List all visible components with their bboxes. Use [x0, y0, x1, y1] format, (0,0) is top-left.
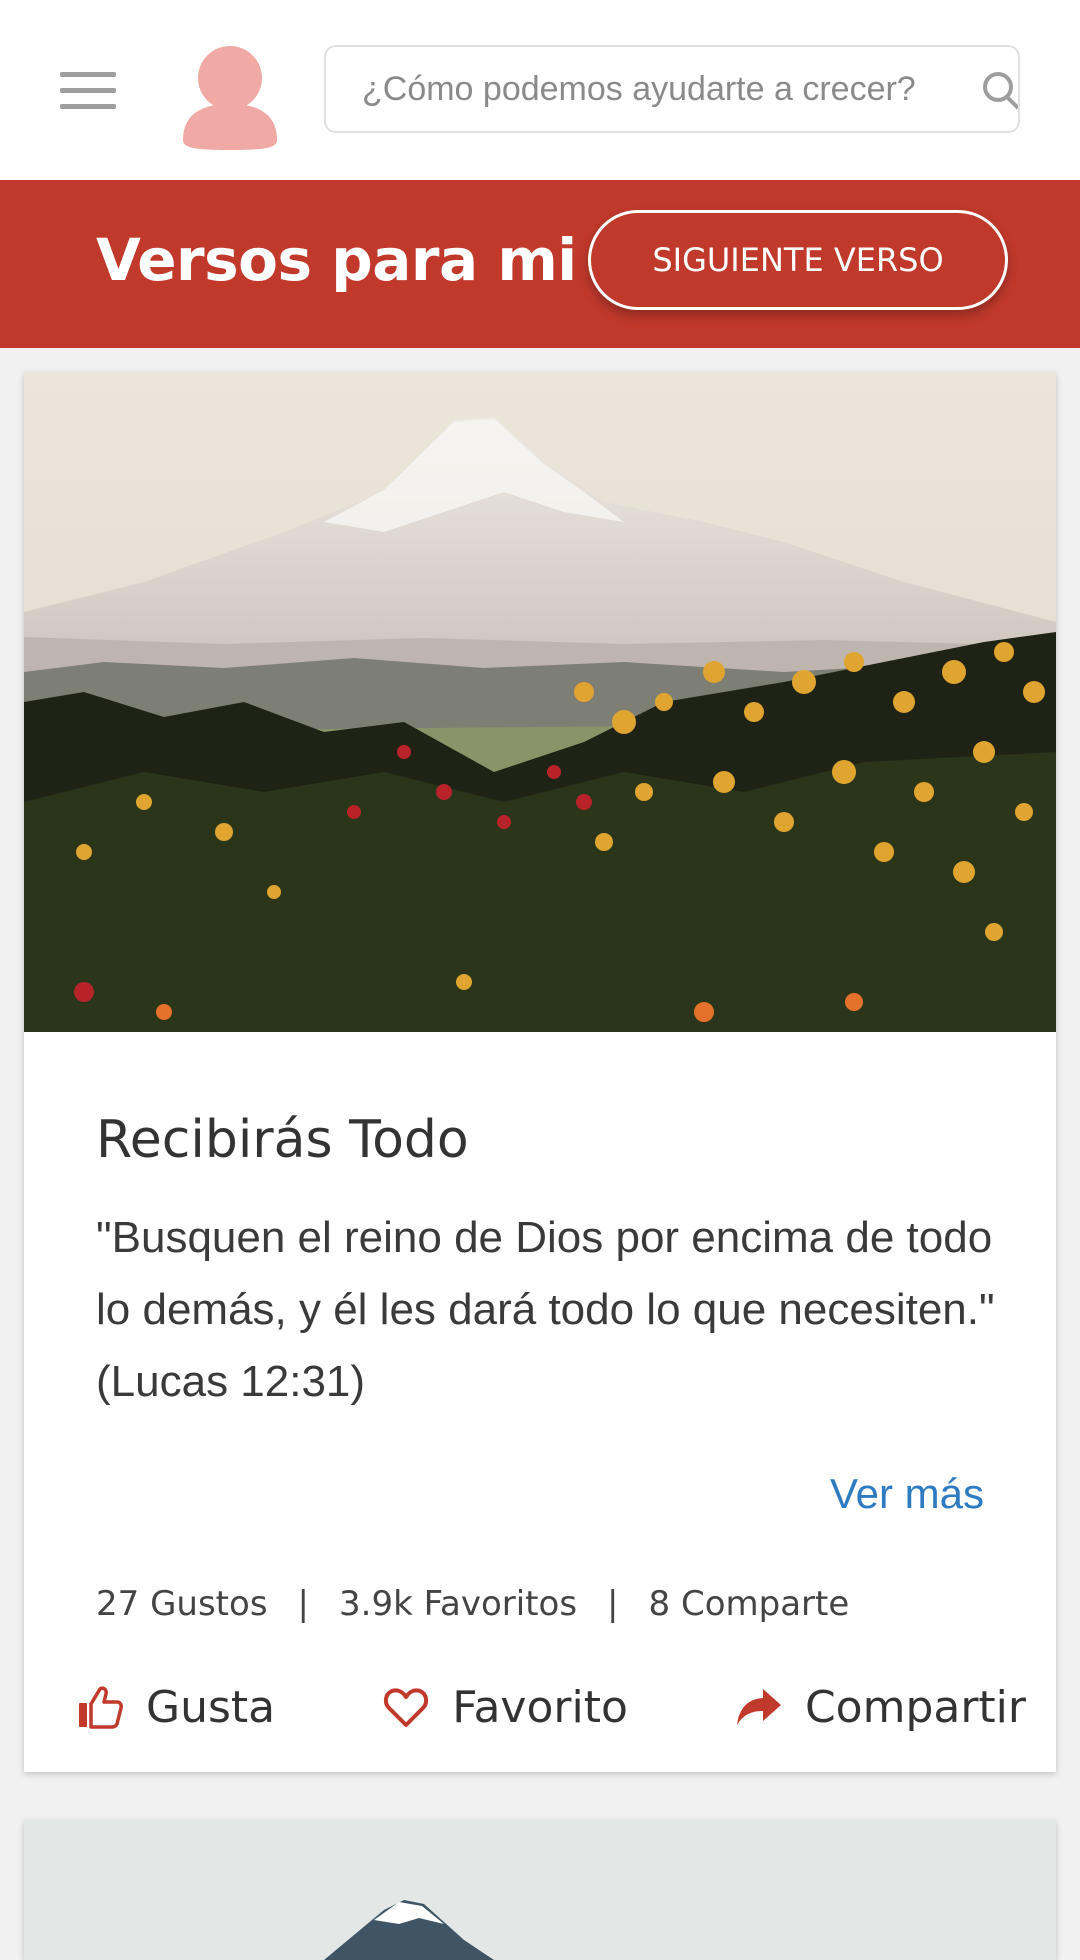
like-label: Gusta	[146, 1681, 276, 1733]
next-verse-card[interactable]	[24, 1820, 1056, 1960]
user-avatar-icon[interactable]	[175, 40, 285, 150]
verses-banner: Versos para mi SIGUIENTE VERSO	[0, 180, 1080, 348]
thumbs-up-icon	[79, 1686, 123, 1729]
search-icon[interactable]	[976, 67, 1020, 115]
verse-card: Recibirás Todo "Busquen el reino de Dios…	[24, 372, 1056, 1772]
verse-text: "Busquen el reino de Dios por encima de …	[96, 1213, 995, 1406]
card-title: Recibirás Todo	[96, 1110, 469, 1170]
stats-separator: |	[607, 1584, 619, 1624]
card-actions: Gusta Favorito Compartir	[76, 1672, 1026, 1742]
share-arrow-icon	[736, 1689, 781, 1725]
shares-count: 8 Comparte	[648, 1584, 850, 1624]
favorite-button[interactable]: Favorito	[382, 1682, 628, 1733]
share-button[interactable]: Compartir	[735, 1682, 1026, 1733]
next-verse-button[interactable]: SIGUIENTE VERSO	[588, 210, 1008, 310]
next-card-image	[24, 1820, 1056, 1960]
stats-separator: |	[297, 1584, 309, 1624]
search-box	[324, 45, 1020, 133]
heart-icon	[384, 1688, 429, 1727]
like-button[interactable]: Gusta	[76, 1682, 275, 1733]
card-image	[24, 372, 1056, 1032]
search-input[interactable]	[326, 47, 1018, 131]
likes-count: 27 Gustos	[96, 1584, 268, 1624]
favorite-label: Favorito	[452, 1681, 628, 1733]
see-more-link[interactable]: Ver más	[830, 1470, 984, 1518]
hamburger-menu-icon[interactable]	[60, 60, 130, 120]
top-bar	[0, 0, 1080, 180]
share-label: Compartir	[804, 1681, 1026, 1733]
card-stats: 27 Gustos | 3.9k Favoritos | 8 Comparte	[96, 1584, 849, 1624]
banner-title: Versos para mi	[96, 226, 577, 294]
favorites-count: 3.9k Favoritos	[339, 1584, 578, 1624]
